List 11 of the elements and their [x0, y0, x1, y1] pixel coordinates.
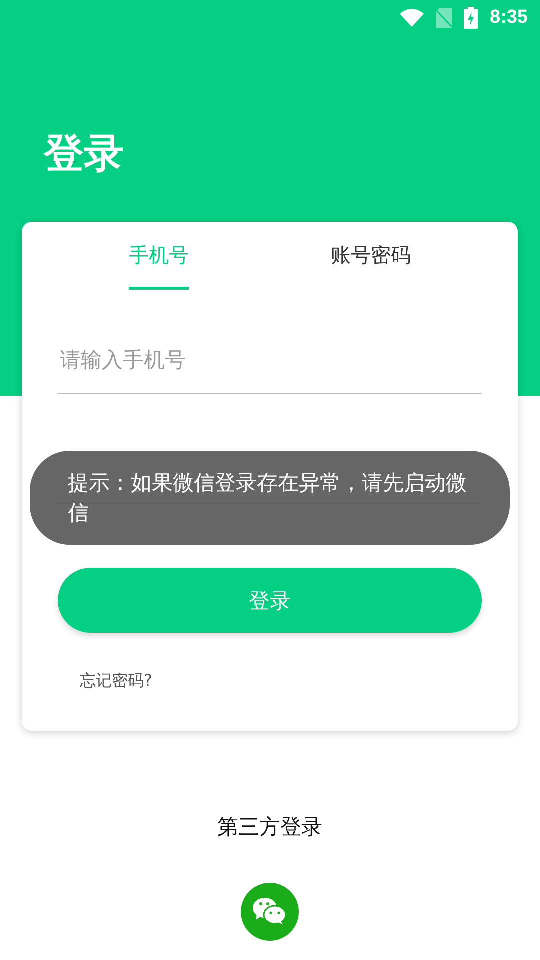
status-time: 8:35 — [490, 7, 528, 29]
page-title: 登录 — [44, 130, 124, 179]
phone-input-field[interactable]: 请输入手机号 — [58, 326, 482, 394]
wifi-icon — [400, 9, 424, 27]
hint-toast: 提示：如果微信登录存在异常，请先启动微信 — [30, 451, 510, 545]
chat-bubbles-icon[interactable] — [241, 883, 299, 941]
login-tab[interactable]: 账号密码 — [331, 240, 411, 290]
forgot-password-link[interactable]: 忘记密码? — [80, 671, 152, 692]
third-party-label: 第三方登录 — [218, 814, 322, 841]
battery-icon — [464, 7, 478, 29]
no-sim-icon — [436, 8, 452, 28]
